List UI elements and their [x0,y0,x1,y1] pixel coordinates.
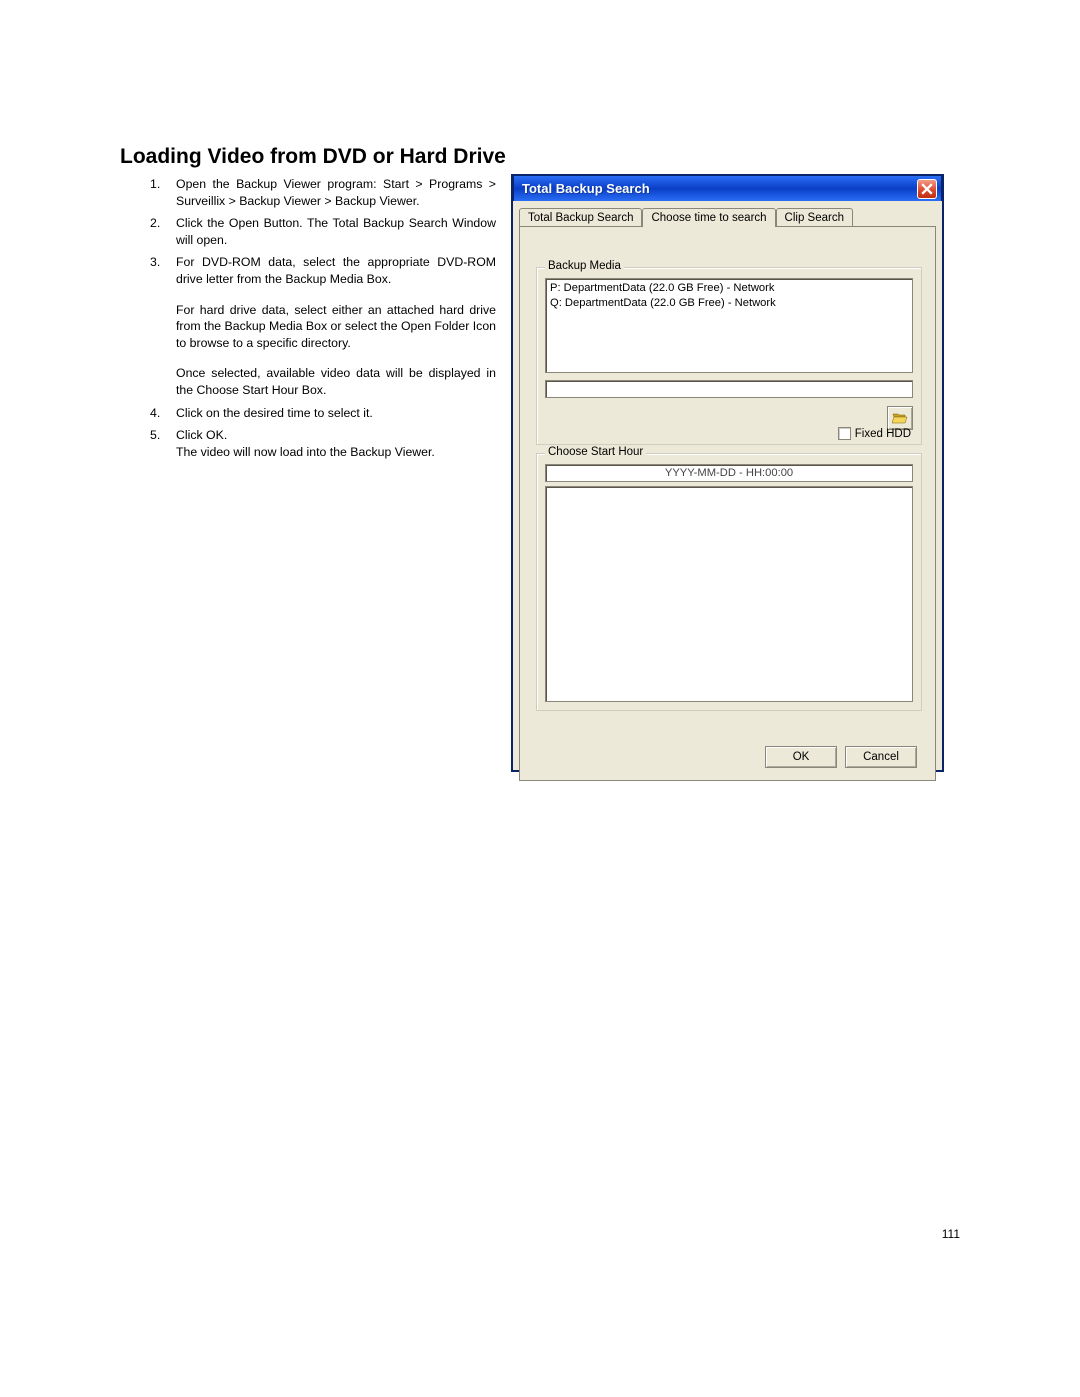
media-path-input[interactable] [545,380,913,398]
media-item[interactable]: Q: DepartmentData (22.0 GB Free) - Netwo… [550,296,908,311]
step-text: For hard drive data, select either an at… [176,302,496,352]
tab-clip-search[interactable]: Clip Search [776,208,853,227]
media-item[interactable]: P: DepartmentData (22.0 GB Free) - Netwo… [550,281,908,296]
hour-listbox[interactable] [545,486,913,702]
step-text: Open the Backup Viewer program: Start > … [176,177,496,208]
folder-open-icon [892,411,908,425]
step-3: For DVD-ROM data, select the appropriate… [148,254,496,398]
cancel-button[interactable]: Cancel [845,746,917,768]
close-button[interactable] [917,179,937,199]
step-text: Click on the desired time to select it. [176,406,373,420]
ok-button[interactable]: OK [765,746,837,768]
total-backup-search-dialog: Total Backup Search Total Backup Search … [512,175,943,771]
backup-media-list[interactable]: P: DepartmentData (22.0 GB Free) - Netwo… [545,278,913,373]
checkbox-icon[interactable] [838,427,851,440]
titlebar: Total Backup Search [513,175,942,201]
step-5: Click OK. The video will now load into t… [148,427,496,460]
dialog-buttons: OK Cancel [765,746,917,768]
fixed-hdd-option[interactable]: Fixed HDD [838,427,911,440]
hour-format-label: YYYY-MM-DD - HH:00:00 [545,464,913,482]
tab-total-backup-search[interactable]: Total Backup Search [519,208,642,227]
step-text: Click the Open Button. The Total Backup … [176,216,496,247]
step-text: Once selected, available video data will… [176,365,496,398]
step-4: Click on the desired time to select it. [148,405,496,422]
instruction-list: Open the Backup Viewer program: Start > … [148,176,496,466]
step-text: Click OK. [176,428,227,442]
window-title: Total Backup Search [522,181,917,196]
close-icon [921,183,933,195]
choose-hour-legend: Choose Start Hour [545,446,646,458]
step-text: The video will now load into the Backup … [176,445,435,459]
page-number: 111 [942,1227,960,1241]
step-2: Click the Open Button. The Total Backup … [148,215,496,248]
step-text: For DVD-ROM data, select the appropriate… [176,255,496,286]
section-heading: Loading Video from DVD or Hard Drive [120,145,506,169]
tab-strip: Total Backup Search Choose time to searc… [519,207,936,226]
backup-media-group: Backup Media P: DepartmentData (22.0 GB … [536,267,922,445]
fixed-hdd-label: Fixed HDD [855,428,911,440]
tab-panel: Backup Media P: DepartmentData (22.0 GB … [519,226,936,781]
choose-start-hour-group: Choose Start Hour YYYY-MM-DD - HH:00:00 [536,453,922,711]
tab-choose-time[interactable]: Choose time to search [642,208,775,227]
step-1: Open the Backup Viewer program: Start > … [148,176,496,209]
backup-media-legend: Backup Media [545,260,624,272]
